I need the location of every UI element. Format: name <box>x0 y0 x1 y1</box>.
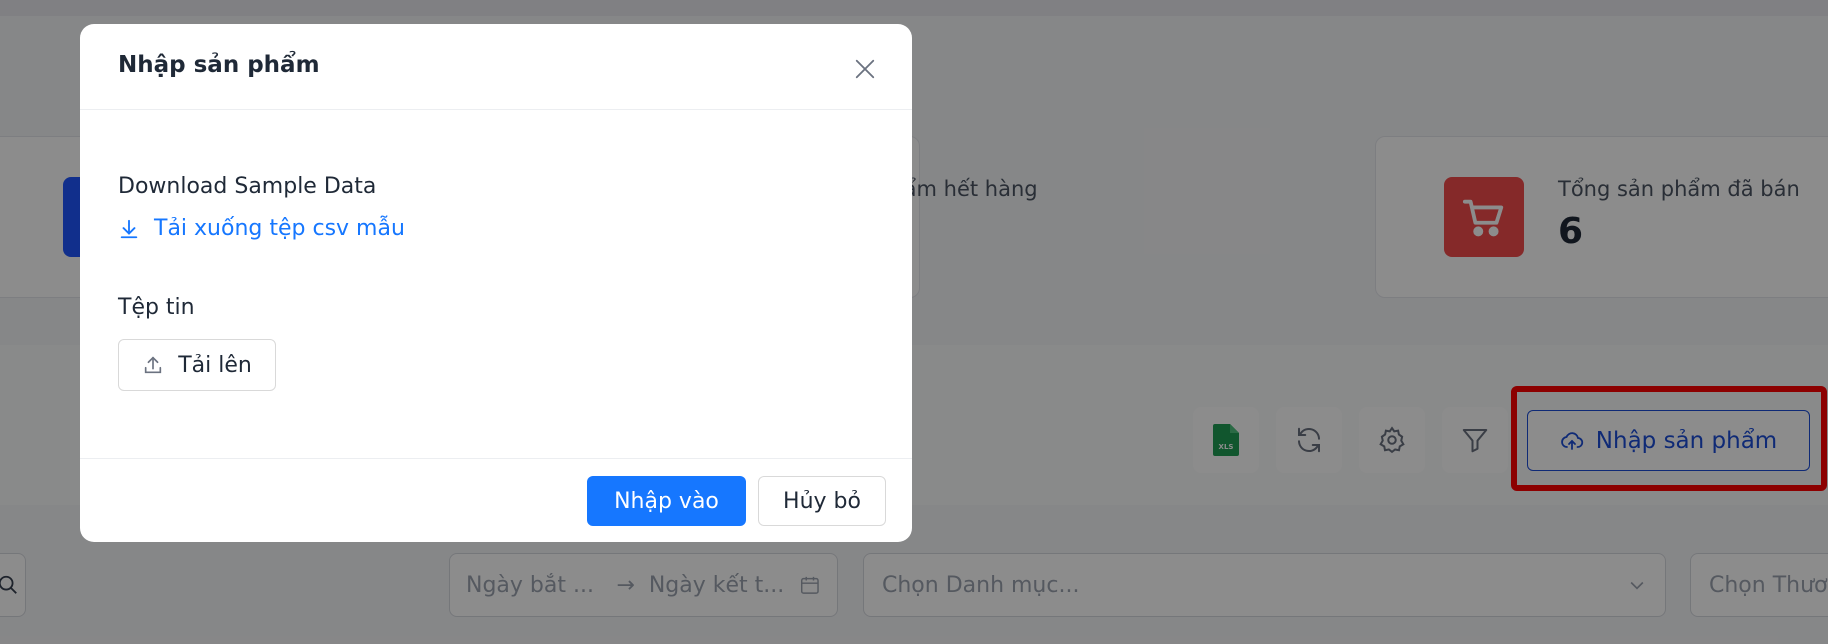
upload-label: Tải lên <box>178 352 252 378</box>
download-sample-link[interactable]: Tải xuống tệp csv mẫu <box>118 216 405 241</box>
file-label: Tệp tin <box>118 295 195 320</box>
cancel-button[interactable]: Hủy bỏ <box>758 476 886 526</box>
submit-import-button[interactable]: Nhập vào <box>587 476 746 526</box>
download-icon <box>120 219 138 238</box>
upload-icon <box>145 356 162 374</box>
close-icon <box>855 59 875 79</box>
sample-data-label: Download Sample Data <box>118 174 377 199</box>
import-products-modal: Nhập sản phẩm Download Sample Data Tải x… <box>80 24 912 542</box>
modal-title: Nhập sản phẩm <box>118 52 320 78</box>
upload-button[interactable]: Tải lên <box>118 339 276 391</box>
modal-footer: Nhập vào Hủy bỏ <box>80 458 912 542</box>
close-button[interactable] <box>850 54 880 84</box>
modal-body: Download Sample Data Tải xuống tệp csv m… <box>80 110 912 456</box>
download-sample-label: Tải xuống tệp csv mẫu <box>154 216 405 241</box>
modal-header: Nhập sản phẩm <box>80 24 912 110</box>
